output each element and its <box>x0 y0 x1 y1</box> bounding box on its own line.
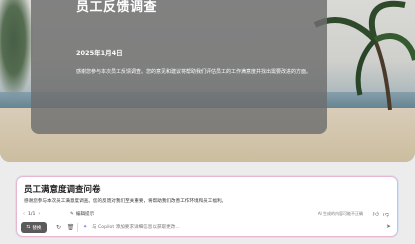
slide-date: 2025年1月4日 <box>76 49 123 57</box>
replace-button[interactable]: ⇆ 替换 <box>21 222 47 233</box>
slide-body-text: 感谢您参与本次员工反馈调查。您的意见和建议将帮助我们评估员工的工作满意度并找出需… <box>76 69 312 75</box>
palm-foliage-left <box>0 0 34 100</box>
trash-icon[interactable]: 🗑︎ <box>66 223 75 232</box>
app-viewport: 员工反馈调查 2025年1月4日 感谢您参与本次员工反馈调查。您的意见和建议将帮… <box>0 0 415 244</box>
thumbs-down-icon[interactable]: 👎︎ <box>383 210 389 218</box>
replace-label: 替换 <box>32 225 42 231</box>
send-icon[interactable]: ➤ <box>386 223 391 230</box>
editor-description: 感谢您参与本次员工满意度调查。您的反馈对我们至关重要，将帮助我们改善工作环境和员… <box>24 199 227 204</box>
divider <box>77 223 78 232</box>
copilot-prompt-input[interactable] <box>82 222 382 233</box>
chevron-right-icon[interactable]: › <box>38 211 40 217</box>
chevron-left-icon[interactable]: ‹ <box>23 211 25 217</box>
ai-disclaimer: AI 生成的内容可能不正确 <box>317 211 363 216</box>
pager-label: 1/1 <box>28 211 36 217</box>
editor-title: 员工满意度调查问卷 <box>24 185 101 195</box>
pager: ‹ 1/1 › <box>23 211 40 217</box>
copilot-editor-panel: 员工满意度调查问卷 感谢您参与本次员工满意度调查。您的反馈对我们至关重要，将帮助… <box>16 176 398 237</box>
prompt-bar: ⇆ 替换 ↻ 🗑︎ ✦ ➤ <box>21 222 393 234</box>
thumbs-up-icon[interactable]: 👍︎ <box>373 210 379 218</box>
slide-title: 员工反馈调查 <box>76 0 158 15</box>
refresh-icon[interactable]: ↻ <box>54 223 63 232</box>
slide-card[interactable]: 员工反馈调查 2025年1月4日 感谢您参与本次员工反馈调查。您的意见和建议将帮… <box>31 0 327 134</box>
feedback-icons: 👍︎ 👎︎ <box>373 210 389 218</box>
slide-preview: 员工反馈调查 2025年1月4日 感谢您参与本次员工反馈调查。您的意见和建议将帮… <box>0 0 415 162</box>
pencil-icon: ✎ <box>70 211 74 217</box>
edit-hint-label: 编辑提示 <box>75 212 95 217</box>
editor-toolbar: ‹ 1/1 › ✎ 编辑提示 AI 生成的内容可能不正确 👍︎ 👎︎ <box>23 210 393 219</box>
replace-icon: ⇆ <box>26 225 31 230</box>
edit-hint-button[interactable]: ✎ 编辑提示 <box>70 211 95 218</box>
